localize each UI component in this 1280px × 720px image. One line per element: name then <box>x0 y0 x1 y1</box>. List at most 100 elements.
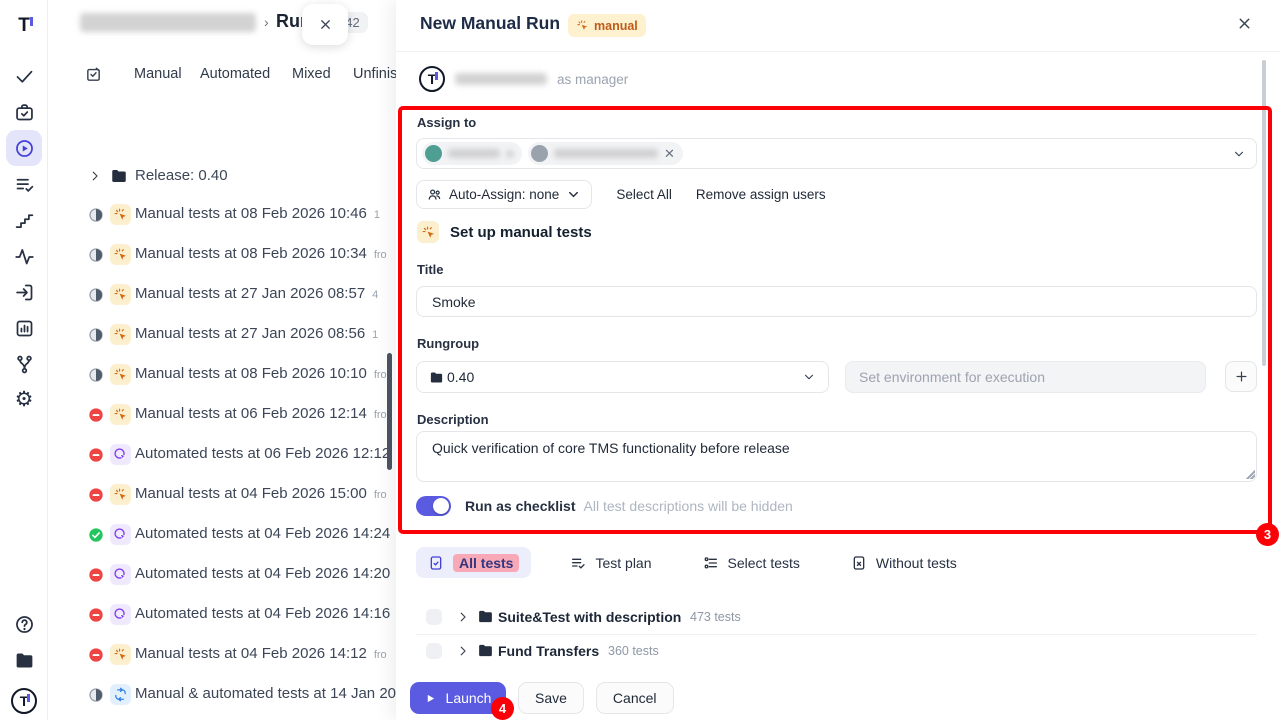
run-suffix: 1 <box>372 329 378 341</box>
run-row[interactable]: Manual tests at 04 Feb 2026 15:00fro <box>48 475 396 515</box>
environment-input[interactable] <box>845 361 1206 393</box>
sidebar-item-projects[interactable] <box>6 642 42 678</box>
sidebar-item-imports[interactable] <box>6 274 42 310</box>
suite-checkbox[interactable] <box>426 609 442 625</box>
chip-remove-icon[interactable] <box>506 150 514 158</box>
sidebar-item-settings[interactable]: ⚙ <box>6 382 42 418</box>
rungroup-value: 0.40 <box>447 369 474 385</box>
run-row[interactable]: Automated tests at 04 Feb 2026 14:16 <box>48 595 396 635</box>
status-passed-icon <box>88 527 104 543</box>
run-row[interactable]: Manual tests at 06 Feb 2026 12:14fro <box>48 395 396 435</box>
tab-test-plan[interactable]: Test plan <box>558 547 663 578</box>
sidebar-item-check[interactable] <box>6 58 42 94</box>
assignee-chip[interactable] <box>422 142 522 165</box>
tab-select-tests[interactable]: Select tests <box>691 547 812 578</box>
launch-button[interactable]: Launch <box>410 682 506 714</box>
run-label: Manual tests at 08 Feb 2026 10:34fro <box>135 245 387 262</box>
tree-row[interactable]: Fund Transfers360 tests <box>416 635 1257 668</box>
manual-run-icon <box>110 644 131 665</box>
run-row[interactable]: Manual tests at 08 Feb 2026 10:461 <box>48 195 396 235</box>
chevron-right-icon[interactable] <box>456 644 470 658</box>
runs-tab-manual[interactable]: Manual <box>134 66 182 82</box>
title-input[interactable] <box>416 286 1257 317</box>
run-row[interactable]: Manual tests at 27 Jan 2026 08:561 <box>48 315 396 355</box>
chip-remove-icon[interactable]: ✕ <box>664 146 675 162</box>
play-circle-icon <box>14 138 35 159</box>
sidebar-item-milestones[interactable] <box>6 202 42 238</box>
list-scrollbar-thumb[interactable] <box>387 353 392 470</box>
status-blocked-icon <box>88 487 104 503</box>
assignee-chip[interactable]: ✕ <box>528 142 683 165</box>
suite-name: Fund Transfers <box>498 643 599 659</box>
remove-assign-users-button[interactable]: Remove assign users <box>696 187 826 202</box>
run-label: Manual tests at 08 Feb 2026 10:461 <box>135 205 380 222</box>
chevron-down-icon[interactable] <box>1232 147 1246 161</box>
status-blocked-icon <box>88 607 104 623</box>
assignee-multiselect[interactable]: ✕ <box>416 138 1257 169</box>
cancel-button[interactable]: Cancel <box>596 682 674 714</box>
status-blocked-icon <box>88 447 104 463</box>
sidebar-item-help[interactable] <box>6 606 42 642</box>
workspace-logo[interactable]: T <box>6 8 42 44</box>
sidebar-item-test-plans[interactable] <box>6 166 42 202</box>
run-suffix: fro <box>374 649 387 661</box>
add-environment-button[interactable] <box>1225 361 1257 392</box>
run-suffix: fro <box>374 249 387 261</box>
folder-icon <box>477 642 494 659</box>
tab-label: Select tests <box>728 555 800 571</box>
run-row[interactable]: Automated tests at 04 Feb 2026 14:20 <box>48 555 396 595</box>
auto-assign-button[interactable]: Auto-Assign: none <box>416 180 592 209</box>
sidebar-item-activity[interactable] <box>6 238 42 274</box>
status-half-icon <box>88 367 104 383</box>
suite-checkbox[interactable] <box>426 643 442 659</box>
run-row[interactable]: Manual tests at 04 Feb 2026 14:12fro <box>48 635 396 675</box>
git-fork-icon <box>14 354 35 375</box>
release-folder-row[interactable]: Release: 0.40 <box>48 165 396 195</box>
sidebar-item-integrations[interactable] <box>6 346 42 382</box>
run-row[interactable]: Manual tests at 08 Feb 2026 10:10fro <box>48 355 396 395</box>
divider <box>416 634 1257 635</box>
run-row[interactable]: Automated tests at 06 Feb 2026 12:12 <box>48 435 396 475</box>
runs-tab-unfinished[interactable]: Unfinished <box>353 66 396 82</box>
runs-tab-mixed[interactable]: Mixed <box>292 66 331 82</box>
runs-filter-tabs: Manual Automated Mixed Unfinished <box>48 64 396 90</box>
modal-scrollbar-thumb[interactable] <box>1262 60 1266 366</box>
save-button[interactable]: Save <box>518 682 584 714</box>
description-label: Description <box>417 412 489 427</box>
chevron-right-icon[interactable] <box>456 610 470 624</box>
resize-handle[interactable] <box>1246 470 1255 479</box>
tab-without-tests[interactable]: Without tests <box>839 547 969 578</box>
modal-close-button[interactable] <box>1236 15 1253 32</box>
run-rows: Manual tests at 08 Feb 2026 10:461 Manual… <box>48 195 396 715</box>
run-row[interactable]: Manual tests at 27 Jan 2026 08:574 <box>48 275 396 315</box>
sidebar-item-test-cases[interactable] <box>6 94 42 130</box>
run-row[interactable]: Automated tests at 04 Feb 2026 14:24 <box>48 515 396 555</box>
runs-filter-icon[interactable] <box>85 66 102 83</box>
chevron-right-icon[interactable] <box>88 169 102 183</box>
folder-icon <box>477 608 494 625</box>
tab-all-tests[interactable]: All tests <box>416 547 531 578</box>
tree-row[interactable]: Suite&Test with description473 tests <box>416 601 1257 634</box>
status-half-icon <box>88 327 104 343</box>
drawer-close-button[interactable] <box>302 4 348 45</box>
run-as-checklist-toggle[interactable] <box>416 496 451 516</box>
runs-tab-automated[interactable]: Automated <box>200 66 270 82</box>
suite-test-count: 473 tests <box>690 610 741 624</box>
stairs-icon <box>14 210 35 231</box>
checklist-hint: All test descriptions will be hidden <box>584 498 793 514</box>
description-textarea[interactable]: Quick verification of core TMS functiona… <box>416 431 1257 482</box>
manual-run-icon <box>110 244 131 265</box>
run-suffix: fro <box>374 489 387 501</box>
run-label: Automated tests at 04 Feb 2026 14:24 <box>135 525 390 542</box>
run-label: Manual tests at 04 Feb 2026 15:00fro <box>135 485 387 502</box>
select-all-button[interactable]: Select All <box>616 187 672 202</box>
runs-list-panel: › Runs 342 ManualAutomatedMixedUnfinishe… <box>48 0 396 720</box>
breadcrumb-project-name-blurred[interactable] <box>80 13 256 32</box>
run-row[interactable]: Manual tests at 08 Feb 2026 10:34fro <box>48 235 396 275</box>
sidebar-item-reports[interactable] <box>6 310 42 346</box>
rungroup-select[interactable]: 0.40 <box>416 361 829 393</box>
sidebar-item-runs[interactable] <box>6 130 42 166</box>
run-suffix: 4 <box>372 289 378 301</box>
run-row[interactable]: Manual & automated tests at 14 Jan 2026 <box>48 675 396 715</box>
app-logo[interactable]: T <box>6 683 42 719</box>
